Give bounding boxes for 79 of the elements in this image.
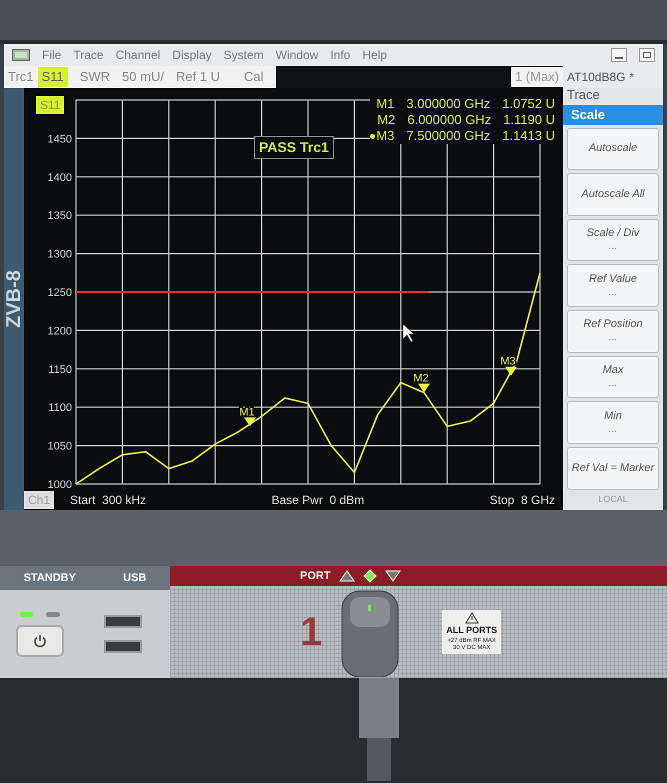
- trace-tag: S11: [36, 96, 64, 114]
- y-tick-label: 1300: [48, 248, 72, 261]
- port-label: PORT: [300, 568, 331, 584]
- marker-triangle-icon: [244, 417, 256, 426]
- down-triangle-icon: [384, 570, 401, 582]
- y-tick-label: 1450: [48, 133, 72, 146]
- model-logo: ZVB-8: [4, 270, 24, 328]
- marker-triangle-icon: [505, 366, 517, 376]
- warning-icon: [464, 612, 479, 624]
- restore-button[interactable]: [639, 48, 655, 62]
- menu-item[interactable]: Trace: [73, 46, 104, 64]
- limit-check-label: PASS Trc1: [254, 136, 334, 159]
- softkey-button[interactable]: Max ...: [567, 356, 659, 398]
- mouse-pointer-icon: [402, 323, 415, 342]
- softkey-button[interactable]: Min ...: [567, 401, 659, 444]
- usb-label: USB: [123, 570, 146, 586]
- marker-frequency: 3.000000 GHz: [406, 96, 490, 112]
- y-tick-label: 1250: [48, 287, 72, 299]
- marker-name: M3: [370, 128, 394, 144]
- parameter-label[interactable]: S11: [38, 67, 68, 87]
- ref-label[interactable]: Ref 1 U: [176, 67, 220, 87]
- marker-label: M2: [413, 372, 429, 385]
- minimize-button[interactable]: [611, 48, 627, 62]
- marker-value: 1.1190 U: [503, 112, 555, 128]
- y-tick-label: 1200: [48, 325, 72, 338]
- setup-name: AT10dB8G: [567, 69, 626, 86]
- warning-title: ALL PORTS: [446, 624, 498, 638]
- menu-item[interactable]: Info: [330, 46, 350, 64]
- y-tick-label: 1000: [48, 479, 72, 491]
- local-status: LOCAL: [597, 492, 629, 506]
- menu-item[interactable]: File: [42, 46, 62, 64]
- marker-name: M1: [375, 96, 394, 112]
- trace-name[interactable]: Trc1: [4, 67, 38, 87]
- softkey-button[interactable]: Autoscale: [567, 128, 659, 170]
- format-label[interactable]: SWR: [80, 67, 110, 87]
- up-triangle-icon: [338, 570, 355, 582]
- menu-item[interactable]: System: [224, 46, 264, 64]
- base-power: Base Pwr 0 dBm: [271, 492, 364, 509]
- power-led: [46, 612, 60, 616]
- start-frequency: Start 300 kHz: [70, 492, 146, 509]
- port-number: 1: [300, 612, 322, 652]
- standby-label: STANDBY: [24, 570, 76, 586]
- menu-item[interactable]: Display: [172, 46, 212, 64]
- modified-mark: *: [629, 69, 634, 86]
- menu-title: Trace: [567, 88, 601, 102]
- y-tick-label: 1150: [48, 364, 72, 376]
- submenu-title: Scale: [563, 105, 663, 124]
- cal-label[interactable]: Cal: [244, 67, 264, 87]
- softkey-button[interactable]: Ref Val = Marker: [567, 446, 659, 490]
- marker-label: M1: [239, 406, 255, 418]
- power-icon: [33, 634, 47, 648]
- marker-frequency: 6.000000 GHz: [407, 112, 492, 128]
- usb-port: [104, 615, 142, 628]
- power-button[interactable]: [16, 624, 64, 656]
- standby-led: [20, 612, 34, 616]
- channel-label[interactable]: Ch1: [24, 491, 54, 509]
- marker-label: M3: [500, 356, 516, 368]
- app-icon: [12, 49, 30, 61]
- softkey-button[interactable]: Ref Position ...: [567, 310, 659, 353]
- softkey-button[interactable]: Ref Value ...: [567, 264, 659, 307]
- y-tick-label: 1400: [48, 172, 72, 184]
- marker-triangle-icon: [418, 384, 430, 393]
- channel-mode-label[interactable]: 1 (Max): [510, 67, 563, 87]
- y-tick-label: 1050: [48, 440, 72, 453]
- menu-item[interactable]: Help: [362, 46, 388, 64]
- marker-frequency: 7.500000 GHz: [406, 128, 490, 144]
- marker-value: 1.1413 U: [502, 128, 555, 144]
- softkey-button[interactable]: Scale / Div ...: [567, 218, 659, 262]
- diamond-led-icon: [362, 569, 377, 583]
- scale-label[interactable]: 50 mU/: [122, 67, 164, 87]
- menu-item[interactable]: Channel: [116, 46, 160, 64]
- y-tick-label: 1100: [48, 402, 72, 414]
- y-tick-label: 1350: [48, 210, 72, 222]
- marker-value: 1.0752 U: [502, 96, 555, 112]
- usb-port: [104, 640, 142, 653]
- softkey-button[interactable]: Autoscale All: [567, 173, 659, 216]
- marker-name: M2: [376, 112, 396, 128]
- menu-item[interactable]: Window: [276, 46, 318, 64]
- stop-frequency: Stop 8 GHz: [490, 492, 555, 509]
